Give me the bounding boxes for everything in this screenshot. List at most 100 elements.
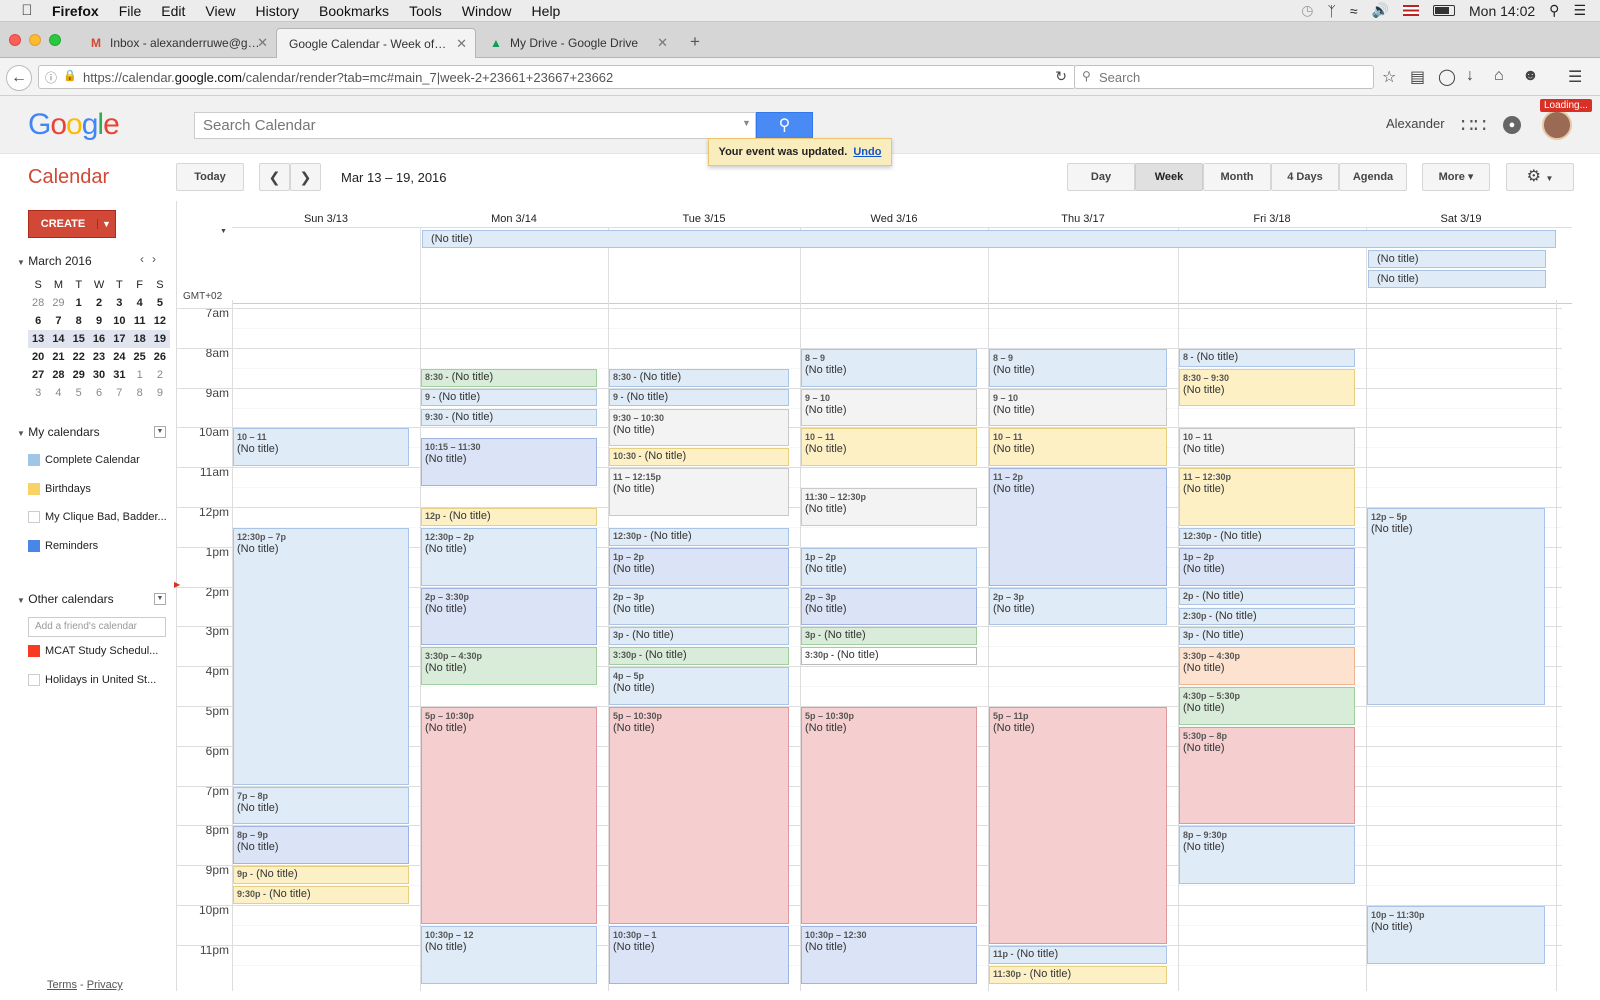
mini-calendar-day[interactable]: 21 (48, 348, 68, 366)
mini-calendar-day[interactable]: 20 (28, 348, 48, 366)
mini-calendar-day[interactable]: 27 (28, 366, 48, 384)
terms-link[interactable]: Terms (47, 979, 77, 991)
apps-grid-icon[interactable]: ∷∷ (1461, 113, 1486, 138)
calendar-event[interactable]: 5p – 10:30p (No title) (801, 707, 977, 924)
calendar-event[interactable]: 5:30p – 8p (No title) (1179, 726, 1355, 825)
day-header[interactable]: Sun 3/13 (232, 213, 420, 225)
collapse-arrow-icon[interactable]: ▼ (17, 429, 25, 438)
mini-calendar-day[interactable]: 9 (89, 312, 109, 330)
close-tab-icon[interactable]: ✕ (456, 36, 467, 52)
mini-calendar-day[interactable]: 5 (69, 384, 89, 402)
calendar-event[interactable]: 2:30p - (No title) (1179, 607, 1355, 626)
calendar-event[interactable]: 12:30p – 2p (No title) (421, 527, 597, 586)
calendar-event[interactable]: 8 – 9 (No title) (989, 348, 1167, 387)
calendar-event[interactable]: 11 – 12:15p (No title) (609, 468, 789, 516)
calendar-event[interactable]: 8:30 - (No title) (609, 368, 789, 387)
menu-view[interactable]: View (195, 3, 245, 19)
mini-calendar-day[interactable]: 2 (150, 366, 170, 384)
mini-calendar-day[interactable]: 11 (129, 312, 149, 330)
calendar-event[interactable]: 9:30 - (No title) (421, 408, 597, 427)
mini-calendar-day[interactable]: 4 (129, 294, 149, 312)
settings-button[interactable]: ⚙ ▼ (1506, 163, 1574, 191)
menu-app-name[interactable]: Firefox (42, 3, 109, 19)
calendar-event[interactable]: 9p - (No title) (233, 866, 409, 885)
info-icon[interactable]: ⓘ (45, 69, 57, 86)
all-day-event[interactable]: (No title) (1368, 250, 1546, 268)
calendar-event[interactable]: 2p – 3:30p (No title) (421, 587, 597, 646)
new-tab-icon[interactable]: + (690, 32, 700, 52)
calendar-color-swatch[interactable] (28, 645, 40, 657)
volume-icon[interactable]: 🔊 (1372, 2, 1389, 19)
chevron-down-icon[interactable]: ▼ (97, 219, 115, 229)
mini-calendar-day[interactable]: 2 (89, 294, 109, 312)
collapse-allday-icon[interactable]: ▼ (220, 228, 227, 235)
mini-calendar-day[interactable]: 23 (89, 348, 109, 366)
calendar-event[interactable]: 9 - (No title) (609, 388, 789, 407)
calendar-event[interactable]: 9 – 10 (No title) (989, 388, 1167, 427)
collapse-arrow-icon[interactable]: ▼ (17, 258, 25, 267)
close-tab-icon[interactable]: ✕ (257, 35, 268, 51)
mini-calendar-day[interactable]: 8 (129, 384, 149, 402)
mini-calendar-day[interactable]: 7 (109, 384, 129, 402)
reading-list-icon[interactable]: ▤ (1410, 67, 1425, 87)
mini-calendar-day[interactable]: 25 (129, 348, 149, 366)
calendar-event[interactable]: 5p – 10:30p (No title) (609, 707, 789, 924)
close-window-icon[interactable] (9, 34, 21, 46)
calendar-event[interactable]: 3:30p - (No title) (609, 647, 789, 666)
calendar-event[interactable]: 2p – 3p (No title) (801, 587, 977, 626)
mini-calendar-day[interactable]: 28 (48, 366, 68, 384)
calendar-event[interactable]: 3p - (No title) (609, 627, 789, 646)
add-friend-calendar-input[interactable]: Add a friend's calendar (28, 617, 166, 637)
calendar-event[interactable]: 8 – 9 (No title) (801, 348, 977, 387)
mini-calendar-day[interactable]: 1 (69, 294, 89, 312)
collapse-arrow-icon[interactable]: ▼ (17, 596, 25, 605)
calendar-event[interactable]: 2p - (No title) (1179, 587, 1355, 606)
calendar-event[interactable]: 5p – 11p (No title) (989, 707, 1167, 944)
mini-calendar-day[interactable]: 7 (48, 312, 68, 330)
view-week-button[interactable]: Week (1135, 163, 1203, 191)
tab-google-drive[interactable]: ▲ My Drive - Google Drive ✕ (480, 28, 676, 58)
calendar-event[interactable]: 11p - (No title) (989, 945, 1167, 964)
menu-file[interactable]: File (109, 3, 152, 19)
all-day-event[interactable]: (No title) (422, 230, 1556, 248)
today-button[interactable]: Today (176, 163, 244, 191)
mini-calendar-day[interactable]: 3 (109, 294, 129, 312)
calendar-event[interactable]: 3p - (No title) (801, 627, 977, 646)
menu-bookmarks[interactable]: Bookmarks (309, 3, 399, 19)
other-calendars-header[interactable]: ▼ Other calendars (17, 592, 114, 606)
menu-window[interactable]: Window (452, 3, 522, 19)
notification-center-icon[interactable]: ☰ (1573, 2, 1586, 19)
day-header[interactable]: Fri 3/18 (1178, 213, 1366, 225)
calendar-event[interactable]: 12p – 5p (No title) (1367, 508, 1545, 705)
mini-calendar-day[interactable]: 16 (88, 330, 110, 348)
calendar-event[interactable]: 8 - (No title) (1179, 348, 1355, 367)
search-options-dropdown-icon[interactable]: ▼ (742, 118, 751, 128)
calendar-event[interactable]: 10:15 – 11:30 (No title) (421, 438, 597, 487)
calendar-event[interactable]: 8p – 9p (No title) (233, 826, 409, 865)
mini-calendar-day[interactable]: 9 (150, 384, 170, 402)
search-calendar-input[interactable]: Search Calendar (194, 112, 756, 139)
calendar-event[interactable]: 4p – 5p (No title) (609, 667, 789, 705)
maximize-window-icon[interactable] (49, 34, 61, 46)
mini-calendar-day[interactable]: 17 (109, 330, 130, 348)
hello-chat-icon[interactable]: ☻ (1522, 67, 1539, 85)
calendar-event[interactable]: 1p – 2p (No title) (609, 547, 789, 586)
menu-history[interactable]: History (245, 3, 309, 19)
user-name[interactable]: Alexander (1386, 116, 1445, 131)
apple-icon[interactable]:  (12, 2, 42, 19)
calendar-event[interactable]: 10 – 11 (No title) (801, 428, 977, 467)
next-week-button[interactable]: ❯ (290, 163, 321, 191)
hamburger-menu-icon[interactable]: ☰ (1568, 67, 1582, 87)
mini-calendar-day[interactable]: 18 (129, 330, 150, 348)
mini-calendar-day[interactable]: 29 (48, 294, 68, 312)
mini-calendar-header[interactable]: ▼ March 2016 (17, 254, 92, 268)
calendar-event[interactable]: 3:30p - (No title) (801, 647, 977, 666)
mini-calendar-day[interactable]: 29 (69, 366, 89, 384)
mini-calendar-day[interactable]: 30 (89, 366, 109, 384)
calendar-event[interactable]: 4:30p – 5:30p (No title) (1179, 687, 1355, 725)
calendar-event[interactable]: 10:30p – 12:30 (No title) (801, 925, 977, 984)
calendar-event[interactable]: 12:30p - (No title) (1179, 527, 1355, 546)
close-tab-icon[interactable]: ✕ (657, 35, 668, 51)
mini-calendar-day[interactable]: 4 (48, 384, 68, 402)
time-machine-icon[interactable]: ◷ (1301, 2, 1313, 19)
